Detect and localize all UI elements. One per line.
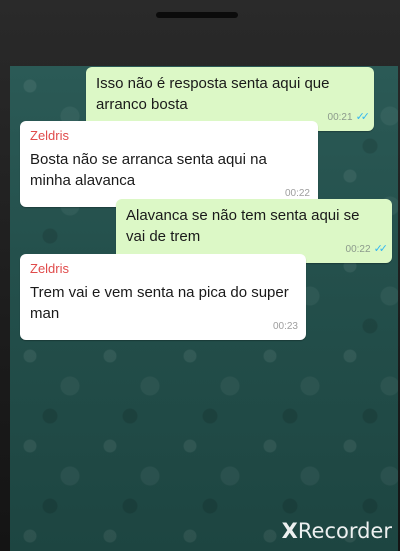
- chat-screen[interactable]: Isso não é resposta senta aqui que arran…: [10, 66, 398, 551]
- message-time: 00:21 ✓✓: [327, 111, 371, 123]
- message-text: Bosta não se arranca senta aqui na minha…: [30, 151, 267, 189]
- read-ticks-icon: ✓✓: [373, 243, 389, 255]
- incoming-message[interactable]: Zeldris Trem vai e vem senta na pica do …: [20, 254, 306, 340]
- message-text: Isso não é resposta senta aqui que arran…: [96, 75, 330, 113]
- message-time: 00:22 ✓✓: [345, 243, 389, 255]
- watermark-logo-icon: X: [281, 519, 298, 543]
- recorder-watermark: XRecorder: [282, 519, 392, 543]
- incoming-message[interactable]: Zeldris Bosta não se arranca senta aqui …: [20, 121, 318, 207]
- message-text: Trem vai e vem senta na pica do super ma…: [30, 284, 289, 322]
- read-ticks-icon: ✓✓: [355, 111, 371, 123]
- message-text: Alavanca se não tem senta aqui se vai de…: [126, 207, 360, 245]
- sender-name: Zeldris: [30, 128, 70, 143]
- sender-name: Zeldris: [30, 261, 70, 276]
- phone-speaker: [156, 12, 238, 18]
- watermark-text: Recorder: [297, 519, 392, 543]
- message-time: 00:23: [272, 321, 298, 332]
